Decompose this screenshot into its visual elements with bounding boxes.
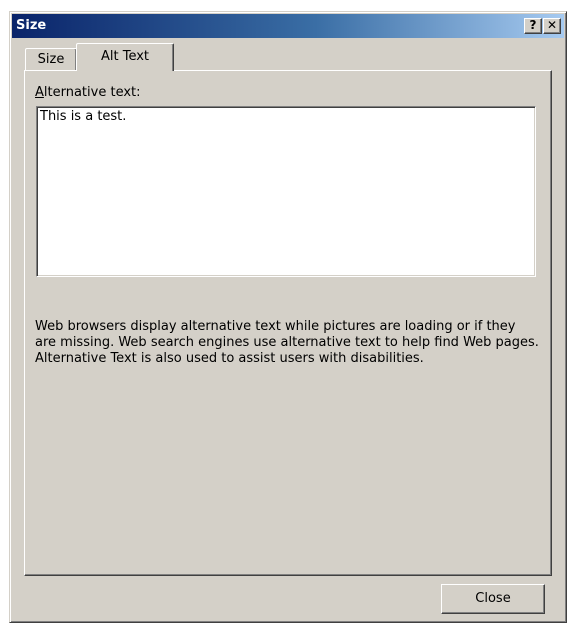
- help-button[interactable]: ?: [524, 18, 542, 34]
- close-button[interactable]: Close: [441, 584, 545, 614]
- alt-text-description: Web browsers display alternative text wh…: [35, 319, 539, 366]
- tab-size-label: Size: [37, 52, 65, 67]
- alternative-text-label-rest: lternative text:: [43, 85, 141, 100]
- alternative-text-mnemonic: A: [35, 85, 44, 100]
- alternative-text-label: Alternative text:: [35, 85, 141, 101]
- tab-alt-text-label: Alt Text: [100, 49, 150, 64]
- close-icon: ✕: [546, 18, 558, 32]
- alternative-text-input[interactable]: This is a test.: [36, 106, 536, 277]
- tab-alt-text[interactable]: Alt Text: [76, 43, 174, 71]
- title-bar[interactable]: Size ? ✕: [12, 14, 564, 38]
- close-window-button[interactable]: ✕: [543, 18, 561, 34]
- alt-text-panel: Alternative text: This is a test. Web br…: [24, 70, 552, 576]
- tab-size[interactable]: Size: [25, 48, 77, 70]
- window-title: Size: [16, 18, 47, 33]
- help-icon: ?: [529, 18, 537, 32]
